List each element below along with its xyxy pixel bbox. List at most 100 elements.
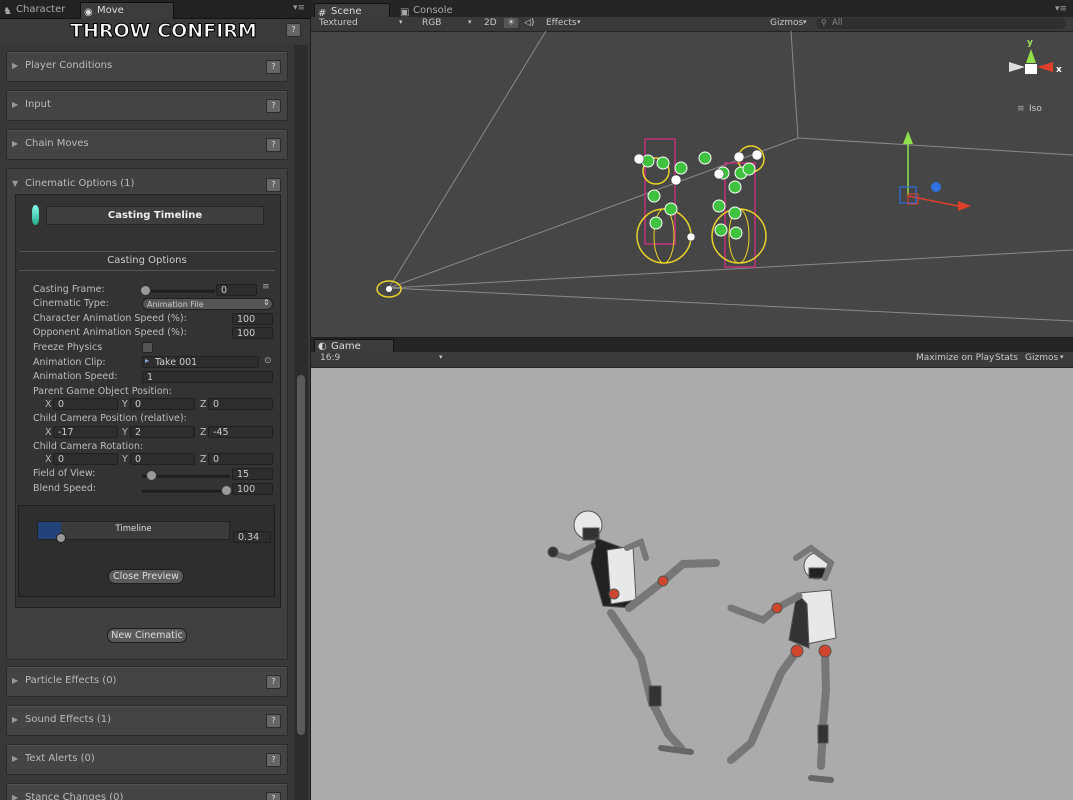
timeline-value-field[interactable]: 0.34	[233, 531, 271, 543]
child-cam-pos-x[interactable]: -17	[53, 426, 118, 438]
blend-speed-label: Blend Speed:	[33, 483, 97, 494]
cinematic-options-title[interactable]: Cinematic Options (1)	[25, 178, 134, 189]
close-preview-button[interactable]: Close Preview	[108, 569, 184, 584]
blend-speed-slider-handle[interactable]	[221, 485, 232, 496]
parent-pos-z[interactable]: 0	[208, 398, 273, 410]
camera-gizmo[interactable]	[376, 280, 402, 298]
child-cam-pos-y[interactable]: 2	[130, 426, 195, 438]
help-button[interactable]: ?	[266, 792, 281, 800]
expand-arrow-icon: ▶	[12, 676, 19, 685]
animation-clip-label: Animation Clip:	[33, 357, 106, 368]
view-mode-label[interactable]: Iso	[1029, 104, 1042, 114]
section-stance-changes[interactable]: ▶ Stance Changes (0) ?	[6, 783, 288, 800]
casting-frame-slider[interactable]	[145, 290, 215, 293]
orientation-gizmo[interactable]	[1009, 49, 1053, 74]
lighting-toggle-icon[interactable]: ☀	[504, 18, 518, 28]
y-label: Y	[122, 454, 128, 465]
fighter-robot-right	[727, 544, 837, 783]
dropdown-arrow-icon: ▾	[803, 18, 807, 26]
character-rig-gizmos[interactable]	[633, 138, 767, 268]
animation-speed-field[interactable]: 1	[142, 371, 273, 383]
effects-dropdown[interactable]: Effects	[546, 18, 577, 28]
casting-frame-field[interactable]: 0	[216, 284, 257, 296]
divider	[19, 270, 275, 271]
child-cam-rot-z[interactable]: 0	[208, 453, 273, 465]
dropdown-arrow-icon: ▾	[1060, 353, 1064, 361]
x-label: X	[45, 427, 52, 438]
help-button[interactable]: ?	[266, 138, 281, 152]
game-tabbar: ◐ Game	[311, 338, 1073, 353]
render-mode-dropdown[interactable]: RGB	[422, 18, 441, 28]
casting-options-header: Casting Options	[19, 251, 275, 270]
game-view: ◐ Game 16:9 ▾ Maximize on Play Stats Giz…	[311, 338, 1073, 800]
list-options-icon[interactable]: ≡	[262, 282, 270, 292]
tab-menu-icon[interactable]: ▾≡	[1055, 4, 1067, 14]
section-particle-effects[interactable]: ▶ Particle Effects (0) ?	[6, 666, 288, 697]
child-cam-pos-label: Child Camera Position (relative):	[33, 413, 187, 424]
freeze-physics-checkbox[interactable]	[142, 342, 153, 353]
parent-pos-x[interactable]: 0	[53, 398, 118, 410]
search-input[interactable]: ⚲ All	[816, 18, 1066, 29]
parent-position-label: Parent Game Object Position:	[33, 386, 172, 397]
section-sound-effects[interactable]: ▶ Sound Effects (1) ?	[6, 705, 288, 736]
search-icon: ⚲	[821, 18, 827, 27]
child-cam-pos-z[interactable]: -45	[208, 426, 273, 438]
child-cam-rot-y[interactable]: 0	[130, 453, 195, 465]
char-anim-speed-field[interactable]: 100	[232, 313, 273, 325]
child-cam-rot-x[interactable]: 0	[53, 453, 118, 465]
animation-clip-field[interactable]: Take 001	[142, 356, 259, 368]
expand-arrow-icon: ▶	[12, 139, 19, 148]
parent-pos-y[interactable]: 0	[130, 398, 195, 410]
scene-viewport[interactable]	[311, 31, 1073, 337]
dropdown-arrow-icon: ▾	[468, 18, 472, 26]
help-button[interactable]: ?	[266, 99, 281, 113]
inspector-scrollbar[interactable]	[294, 45, 308, 800]
field-of-view-field[interactable]: 15	[232, 468, 273, 480]
gizmos-dropdown[interactable]: Gizmos	[770, 18, 803, 28]
hamburger-icon[interactable]: ≡	[1017, 104, 1025, 114]
help-button[interactable]: ?	[266, 753, 281, 767]
object-picker-icon[interactable]: ⊙	[264, 356, 272, 366]
gizmos-dropdown[interactable]: Gizmos	[1025, 353, 1058, 363]
freeze-physics-label: Freeze Physics	[33, 342, 103, 353]
tab-move[interactable]: ◉ Move	[80, 2, 174, 19]
casting-frame-slider-handle[interactable]	[140, 285, 151, 296]
move-header: THROW CONFIRM ?	[0, 19, 310, 43]
collapse-arrow-icon[interactable]: ▼	[12, 179, 18, 188]
aspect-ratio-dropdown[interactable]: 16:9	[320, 353, 340, 363]
section-chain-moves[interactable]: ▶ Chain Moves ?	[6, 129, 288, 160]
casting-timeline-title: Casting Timeline	[46, 206, 264, 225]
new-cinematic-button[interactable]: New Cinematic	[107, 628, 187, 643]
inspector-panel: ♞ Character ◉ Move ▾≡ THROW CONFIRM ? ▶ …	[0, 0, 310, 800]
section-input[interactable]: ▶ Input ?	[6, 90, 288, 121]
help-button[interactable]: ?	[266, 178, 281, 192]
cinematic-type-dropdown[interactable]: Animation File	[142, 298, 273, 310]
section-player-conditions[interactable]: ▶ Player Conditions ?	[6, 51, 288, 82]
section-text-alerts[interactable]: ▶ Text Alerts (0) ?	[6, 744, 288, 775]
help-button[interactable]: ?	[266, 60, 281, 74]
help-button[interactable]: ?	[266, 714, 281, 728]
timeline-slider-handle[interactable]	[56, 533, 66, 543]
blend-speed-slider[interactable]	[142, 490, 230, 493]
opp-anim-speed-label: Opponent Animation Speed (%):	[33, 327, 187, 338]
expand-arrow-icon: ▶	[12, 100, 19, 109]
help-button[interactable]: ?	[286, 23, 301, 37]
audio-toggle-icon[interactable]: ◁)	[524, 18, 534, 28]
field-of-view-slider-handle[interactable]	[146, 470, 157, 481]
scrollbar-thumb[interactable]	[297, 375, 305, 735]
blend-speed-field[interactable]: 100	[232, 483, 273, 495]
help-button[interactable]: ?	[266, 675, 281, 689]
z-label: Z	[200, 454, 207, 465]
maximize-on-play-toggle[interactable]: Maximize on Play	[916, 353, 994, 363]
transform-gizmo[interactable]	[899, 131, 971, 211]
shading-mode-dropdown[interactable]: Textured	[319, 18, 358, 28]
stats-toggle[interactable]: Stats	[995, 353, 1018, 363]
camera-frustum	[388, 31, 1073, 322]
character-icon: ♞	[3, 6, 12, 17]
opp-anim-speed-field[interactable]: 100	[232, 327, 273, 339]
toggle-2d-button[interactable]: 2D	[484, 18, 497, 28]
tab-menu-icon[interactable]: ▾≡	[293, 3, 305, 13]
tab-game[interactable]: ◐ Game	[314, 339, 394, 353]
tab-character[interactable]: ♞ Character	[0, 2, 86, 18]
move-title: THROW CONFIRM	[70, 20, 258, 43]
